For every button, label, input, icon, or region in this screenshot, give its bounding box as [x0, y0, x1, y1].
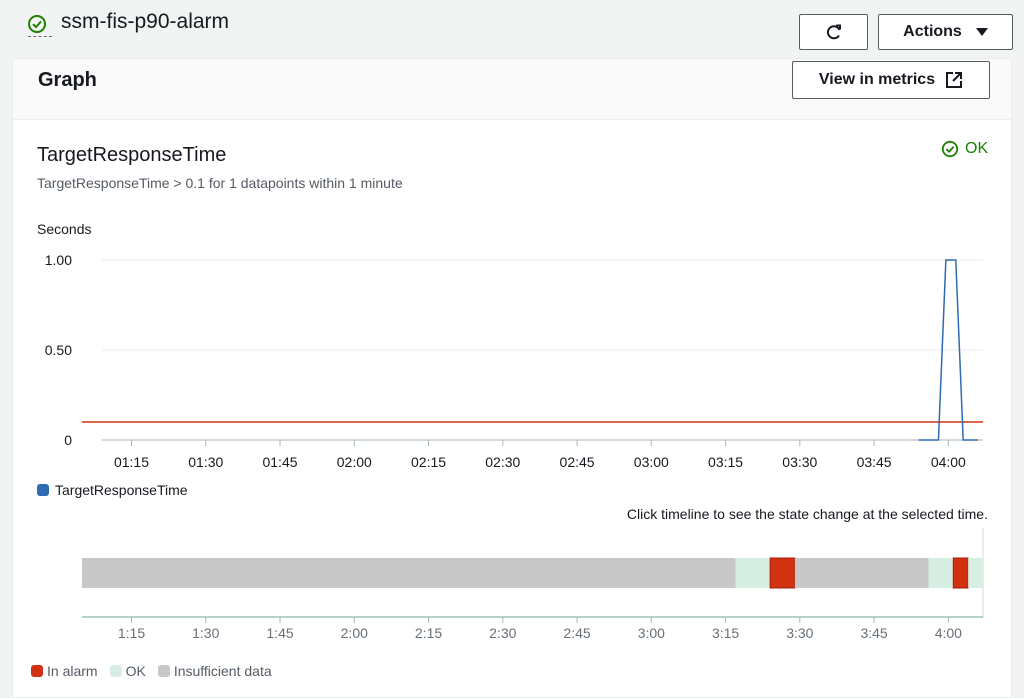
series-legend-label: TargetResponseTime	[55, 482, 188, 498]
x-tick-label: 01:45	[262, 454, 297, 470]
timeline-segment-ok	[735, 558, 771, 588]
refresh-icon	[826, 24, 841, 40]
insufficient-swatch	[157, 665, 170, 677]
status-underline	[28, 36, 52, 37]
legend-insufficient: Insufficient data	[157, 663, 272, 679]
metric-title: TargetResponseTime	[37, 144, 227, 166]
timeline-x-tick-label: 2:30	[489, 625, 516, 641]
timeline-hint: Click timeline to see the state change a…	[626, 506, 988, 522]
timeline-x-tick-label: 1:30	[192, 625, 219, 641]
ok-status: OK	[941, 140, 988, 158]
series-legend[interactable]: TargetResponseTime	[37, 482, 188, 498]
x-tick-label: 03:00	[634, 454, 669, 470]
view-in-metrics-label: View in metrics	[818, 71, 936, 88]
refresh-button[interactable]	[799, 14, 868, 50]
response-time-chart[interactable]: 1.00 0.50 0 01:15 01:30 01:45 02:00 02:15 02:30 0…	[0, 245, 1024, 475]
x-tick-label: 02:30	[485, 454, 520, 470]
timeline-x-tick-label: 3:00	[638, 625, 665, 641]
x-tick-label: 03:45	[857, 454, 892, 470]
in-alarm-swatch	[31, 665, 43, 677]
external-link-icon	[946, 72, 963, 88]
actions-button[interactable]: Actions	[878, 14, 1013, 50]
y-axis-title: Seconds	[37, 221, 92, 237]
x-tick-label: 04:00	[931, 454, 966, 470]
y-tick-label: 1.00	[45, 252, 72, 268]
timeline-x-tick-label: 2:00	[341, 625, 368, 641]
timeline-segment-insufficient	[82, 558, 736, 588]
y-tick-label: 0	[64, 432, 72, 448]
graph-card-header: Graph View in metrics	[13, 59, 1011, 120]
legend-insufficient-label: Insufficient data	[173, 663, 272, 679]
legend-ok-label: OK	[125, 663, 146, 679]
alarm-condition: TargetResponseTime > 0.1 for 1 datapoint…	[37, 175, 403, 191]
timeline-segment-in-alarm	[952, 557, 969, 589]
timeline-segment-ok	[968, 558, 983, 588]
legend-in-alarm-label: In alarm	[47, 663, 98, 679]
timeline-x-tick-label: 2:15	[415, 625, 442, 641]
legend-ok: OK	[109, 663, 146, 679]
x-tick-label: 01:30	[188, 454, 223, 470]
timeline-x-tick-label: 2:45	[563, 625, 590, 641]
state-timeline[interactable]: 1:15 1:30 1:45 2:00 2:15 2:30 2:45 3:00 3:15 3:30…	[0, 528, 1024, 653]
timeline-x-tick-label: 1:15	[118, 625, 145, 641]
x-tick-label: 02:45	[560, 454, 595, 470]
timeline-x-tick-label: 3:15	[712, 625, 739, 641]
alarm-name: ssm-fis-p90-alarm	[61, 10, 230, 33]
x-tick-label: 03:30	[782, 454, 817, 470]
timeline-segment-ok	[928, 558, 954, 588]
view-in-metrics-button[interactable]: View in metrics	[792, 61, 990, 99]
timeline-x-tick-label: 3:45	[860, 625, 887, 641]
ok-status-label: OK	[965, 140, 989, 157]
card-title: Graph	[38, 69, 97, 91]
check-circle-icon	[28, 15, 46, 33]
legend-in-alarm: In alarm	[31, 663, 98, 679]
x-tick-label: 02:00	[337, 454, 372, 470]
check-circle-icon	[941, 140, 959, 158]
timeline-x-tick-label: 3:30	[786, 625, 813, 641]
ok-swatch	[109, 665, 122, 677]
state-legend: In alarm OK Insufficient data	[31, 663, 278, 679]
alarm-header: ssm-fis-p90-alarm Actions	[0, 0, 1024, 58]
timeline-x-tick-label: 1:45	[266, 625, 293, 641]
timeline-x-tick-label: 4:00	[935, 625, 962, 641]
x-tick-label: 03:15	[708, 454, 743, 470]
x-tick-label: 02:15	[411, 454, 446, 470]
timeline-segment-in-alarm	[769, 557, 796, 589]
timeline-segment-insufficient	[794, 558, 929, 588]
y-tick-label: 0.50	[45, 342, 72, 358]
caret-down-icon	[975, 28, 988, 36]
series-legend-swatch	[37, 484, 49, 496]
x-tick-label: 01:15	[114, 454, 149, 470]
actions-label: Actions	[903, 23, 962, 40]
